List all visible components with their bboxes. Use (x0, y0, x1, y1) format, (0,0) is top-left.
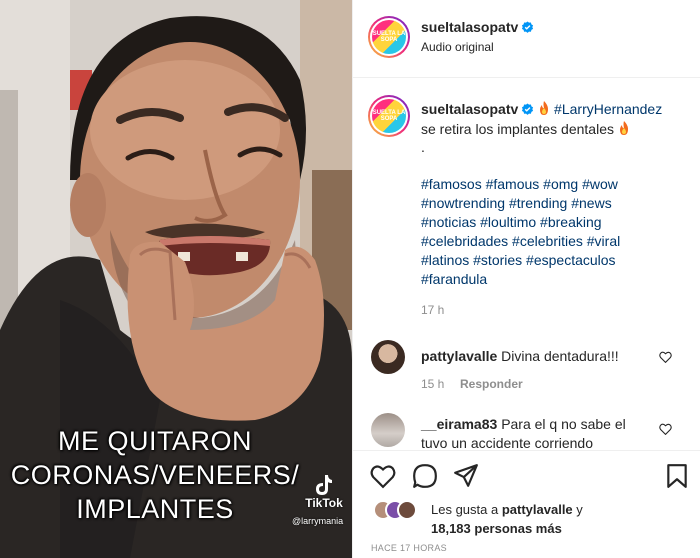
comment-avatar[interactable] (371, 413, 405, 447)
comment-text: Para el q no sabe el (501, 416, 626, 432)
liker-avatar (397, 500, 417, 520)
reply-button[interactable]: Responder (460, 377, 523, 391)
caption-line-3: IMPLANTES (76, 494, 234, 524)
hashtag-line[interactable]: #celebridades #celebrities #viral (421, 232, 620, 251)
hashtag-line[interactable]: #farandula (421, 270, 487, 289)
comment-line: __eirama83 Para el q no sabe el (421, 415, 626, 434)
fire-icon (619, 121, 628, 135)
likes-prefix: Les gusta a (431, 502, 499, 517)
caption-dot: . (421, 139, 425, 155)
comment-like-icon[interactable] (659, 351, 672, 363)
hashtag-line[interactable]: #famosos #famous #omg #wow (421, 175, 618, 194)
save-bookmark-icon[interactable] (664, 463, 690, 489)
tiktok-handle: @larrymania (292, 516, 344, 526)
comment-time[interactable]: 15 h (421, 377, 444, 391)
hashtag-line[interactable]: #latinos #stories #espectaculos (421, 251, 616, 270)
avatar[interactable]: SUELTA LA SOPA (368, 16, 410, 58)
like-heart-icon[interactable] (370, 463, 396, 489)
avatar-logo: SUELTA LA SOPA (372, 20, 406, 54)
comment-username[interactable]: pattylavalle (421, 348, 497, 364)
tiktok-label: TikTok (305, 496, 343, 510)
audio-original-link[interactable]: Audio original (421, 40, 494, 54)
likes-summary: Les gusta a pattylavalle y 18,183 person… (431, 500, 583, 538)
likes-count[interactable]: 18,183 personas más (431, 521, 562, 536)
caption-avatar[interactable]: SUELTA LA SOPA (368, 95, 410, 137)
likes-connector: y (576, 502, 583, 517)
tiktok-watermark: TikTok (296, 474, 352, 510)
post-time[interactable]: 17 h (421, 303, 444, 317)
fire-icon (540, 101, 549, 115)
post-panel: SUELTA LA SOPA sueltalasopatv Audio orig… (352, 0, 700, 558)
comment-bubble-icon[interactable] (412, 463, 438, 489)
liker-username[interactable]: pattylavalle (502, 502, 573, 517)
post-body: SUELTA LA SOPA sueltalasopatv #LarryHern… (353, 79, 700, 449)
header-username[interactable]: sueltalasopatv (421, 19, 534, 35)
caption-line-user: sueltalasopatv #LarryHernandez (421, 100, 662, 119)
caption-avatar-logo: SUELTA LA SOPA (372, 99, 406, 133)
share-paper-plane-icon[interactable] (453, 463, 479, 489)
caption-text-line: se retira los implantes dentales (421, 120, 630, 139)
comment-username[interactable]: __eirama83 (421, 416, 497, 432)
verified-icon (522, 21, 534, 33)
comment-avatar[interactable] (371, 340, 405, 374)
hashtag-line[interactable]: #noticias #loultimo #breaking (421, 213, 602, 232)
comment-line: pattylavalle Divina dentadura!!! (421, 347, 619, 366)
post-timestamp[interactable]: HACE 17 HORAS (371, 543, 447, 553)
liker-avatars[interactable] (373, 500, 419, 520)
post-actions: Les gusta a pattylavalle y 18,183 person… (353, 450, 700, 558)
tiktok-icon (316, 475, 332, 495)
verified-icon (522, 103, 534, 115)
comment-text-cont: tuvo un accidente corriendo (421, 435, 593, 449)
hashtag-line[interactable]: #nowtrending #trending #news (421, 194, 612, 213)
caption-username[interactable]: sueltalasopatv (421, 101, 518, 117)
video-player[interactable]: ME QUITARON CORONAS/VENEERS/ IMPLANTES T… (0, 0, 352, 558)
caption-text: se retira los implantes dentales (421, 121, 614, 137)
caption-line-1: ME QUITARON (58, 426, 252, 456)
post-header: SUELTA LA SOPA sueltalasopatv Audio orig… (353, 0, 700, 78)
comment-like-icon[interactable] (659, 423, 672, 435)
caption-line-2: CORONAS/VENEERS/ (10, 460, 300, 490)
comment-text: Divina dentadura!!! (501, 348, 619, 364)
mention-link[interactable]: #LarryHernandez (554, 101, 662, 117)
header-username-text[interactable]: sueltalasopatv (421, 19, 518, 35)
